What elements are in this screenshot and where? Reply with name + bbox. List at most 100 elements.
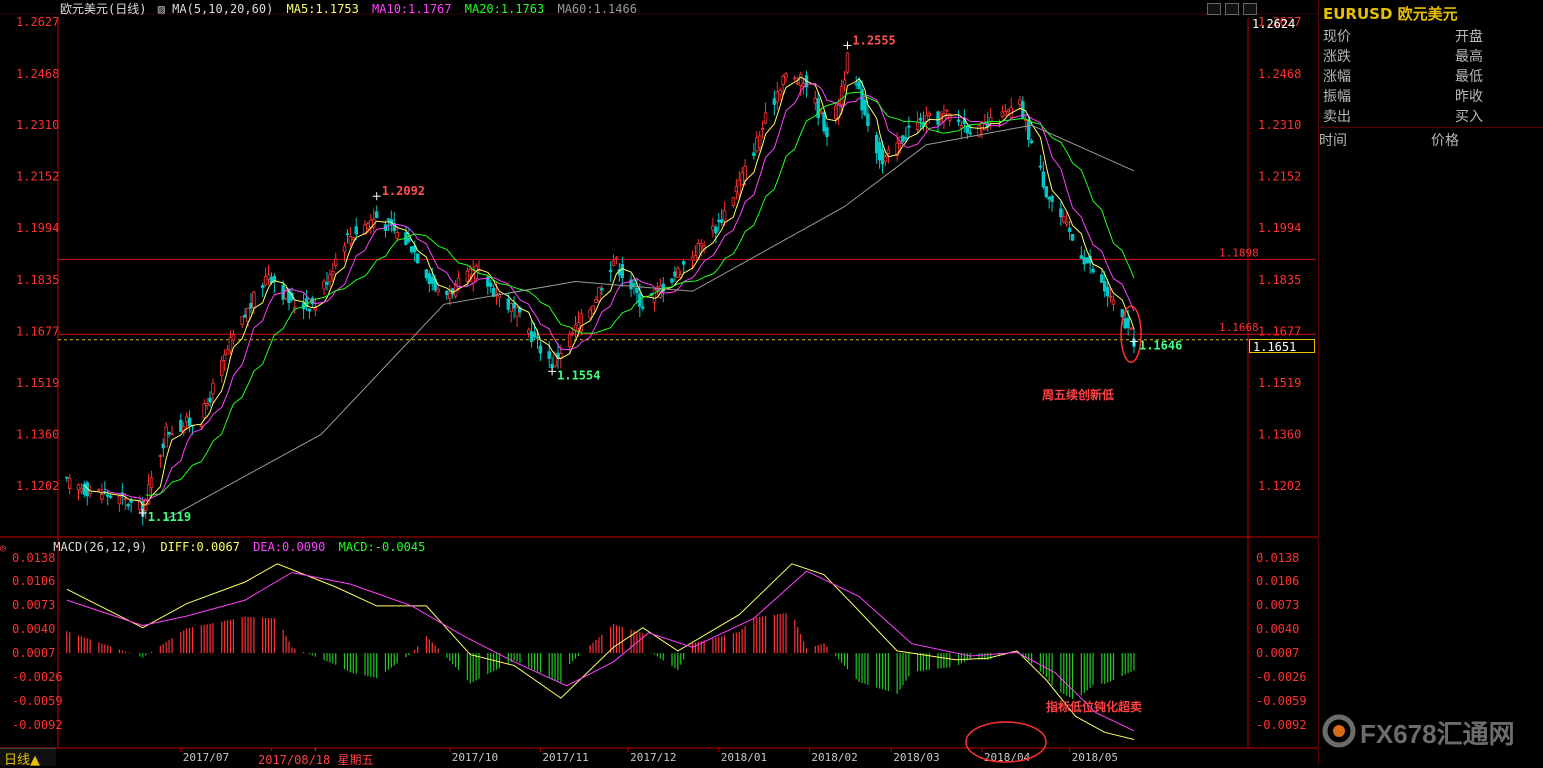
price-y-tick-right: 1.2468 bbox=[1258, 67, 1301, 81]
candle-body bbox=[1044, 186, 1048, 198]
candle-body bbox=[927, 112, 932, 116]
price-column-header: 价格 bbox=[1431, 133, 1459, 149]
support-line-label: 1.1898 bbox=[1219, 246, 1259, 259]
macd-info-bar: ◎ MACD(26,12,9) DIFF:0.0067 DEA:0.0090 M… bbox=[0, 540, 425, 554]
candle-body bbox=[410, 246, 414, 253]
chart-stage[interactable]: 1.2627 1.2627 1.2468 1.2468 1.2310 1.2310 1.21… bbox=[0, 0, 1543, 768]
candle-body bbox=[202, 403, 206, 418]
x-tick-label: 2018/01 bbox=[721, 751, 767, 764]
price-extreme-label: 1.2555 bbox=[852, 33, 895, 47]
candle-body bbox=[386, 218, 391, 221]
candle-body bbox=[883, 156, 888, 162]
candle-body bbox=[614, 257, 619, 260]
candle-body bbox=[711, 225, 715, 231]
price-y-tick-right: 1.1360 bbox=[1258, 428, 1301, 442]
candle-body bbox=[763, 112, 768, 124]
candle-body bbox=[822, 112, 826, 132]
candle-body bbox=[1000, 111, 1005, 117]
candle-body bbox=[968, 132, 972, 135]
candle-body bbox=[796, 82, 800, 85]
price-y-tick-left: 1.2152 bbox=[16, 170, 59, 184]
candle-body bbox=[1111, 299, 1116, 305]
candle-body bbox=[734, 186, 739, 193]
fx678-logo-icon bbox=[1322, 714, 1356, 748]
macd-y-tick-left: -0.0059 bbox=[12, 694, 63, 708]
oversold-annotation: 指标低位钝化超卖 bbox=[1046, 700, 1143, 714]
candle-body bbox=[845, 52, 850, 73]
candle-body bbox=[693, 255, 698, 261]
ma-indicator-icon[interactable]: ▨ bbox=[158, 2, 165, 16]
candlestick-chart[interactable]: 1.2627 1.26271.2468 1.24681.2310 1.23101.21… bbox=[0, 0, 1318, 765]
candle-body bbox=[246, 308, 250, 322]
macd-settings-icon[interactable]: ◎ bbox=[0, 543, 6, 554]
candle-body bbox=[611, 260, 616, 266]
macd-y-tick-left: -0.0026 bbox=[12, 670, 63, 684]
ma-indicator-label[interactable]: MA(5,10,20,60) bbox=[172, 2, 273, 16]
candle-body bbox=[956, 119, 961, 122]
period-tab-label[interactable]: 日线▲ bbox=[4, 749, 40, 768]
x-tick-label: 2017/07 bbox=[183, 751, 229, 764]
candle-body bbox=[866, 113, 870, 127]
candle-body bbox=[1100, 274, 1104, 283]
macd-y-tick-right: -0.0026 bbox=[1256, 670, 1307, 684]
candle-body bbox=[591, 305, 595, 314]
candle-body bbox=[208, 397, 212, 403]
candle-body bbox=[608, 269, 613, 273]
candle-body bbox=[915, 121, 920, 130]
candle-body bbox=[798, 73, 803, 86]
ma60-value: MA60:1.1466 bbox=[557, 2, 637, 16]
candle-body bbox=[1041, 171, 1046, 188]
candle-body bbox=[263, 276, 268, 286]
quote-row-right: 开盘 bbox=[1455, 29, 1483, 45]
candle-body bbox=[252, 291, 256, 308]
candle-body bbox=[79, 488, 84, 492]
candle-body bbox=[284, 290, 288, 300]
chart-background bbox=[0, 0, 1318, 765]
candle-body bbox=[354, 226, 358, 235]
price-y-tick-left: 1.1835 bbox=[16, 273, 59, 287]
quote-row: 涨幅 最低 bbox=[1319, 65, 1543, 85]
candle-body bbox=[886, 149, 891, 154]
friday-low-annotation: 周五续创新低 bbox=[1042, 388, 1115, 402]
x-tick-label: 2017/10 bbox=[452, 751, 498, 764]
candle-body bbox=[1038, 165, 1043, 168]
candle-body bbox=[939, 113, 943, 117]
candle-body bbox=[620, 263, 625, 278]
candle-body bbox=[1018, 99, 1022, 105]
macd-y-tick-left: 0.0040 bbox=[12, 622, 55, 636]
candle-body bbox=[430, 277, 434, 284]
quote-panel: EURUSD 欧元美元 现价 开盘 涨跌 最高 涨幅 最低 振幅 昨收 卖出 买… bbox=[1318, 0, 1543, 765]
quote-row: 振幅 昨收 bbox=[1319, 85, 1543, 105]
window-controls bbox=[1207, 0, 1261, 15]
maximize-icon[interactable] bbox=[1225, 3, 1239, 15]
candle-body bbox=[842, 79, 847, 86]
candle-body bbox=[228, 336, 233, 352]
candle-body bbox=[123, 498, 127, 501]
price-y-tick-right: 1.1677 bbox=[1258, 324, 1301, 338]
restore-icon[interactable] bbox=[1207, 3, 1221, 15]
candle-body bbox=[1029, 140, 1034, 144]
period-tab[interactable]: 日线▲ bbox=[0, 748, 56, 768]
close-icon[interactable] bbox=[1243, 3, 1257, 15]
quote-row: 涨跌 最高 bbox=[1319, 45, 1543, 65]
candle-body bbox=[816, 98, 820, 119]
candle-body bbox=[980, 122, 984, 131]
candle-body bbox=[325, 282, 329, 285]
candle-body bbox=[158, 455, 163, 457]
candle-body bbox=[167, 431, 171, 435]
macd-label[interactable]: MACD(26,12,9) bbox=[53, 540, 147, 554]
candle-body bbox=[877, 141, 882, 161]
candle-body bbox=[635, 287, 639, 294]
candle-body bbox=[696, 242, 701, 259]
candle-body bbox=[983, 123, 987, 131]
candle-body bbox=[570, 332, 575, 335]
macd-y-tick-right: 0.0007 bbox=[1256, 646, 1299, 660]
candle-body bbox=[813, 97, 817, 104]
candle-body bbox=[863, 99, 867, 116]
top-price-readout: 1.2624 bbox=[1252, 17, 1296, 31]
candle-body bbox=[632, 283, 636, 286]
candle-body bbox=[334, 258, 338, 266]
candle-body bbox=[752, 152, 756, 157]
price-y-tick-right: 1.2152 bbox=[1258, 170, 1301, 184]
price-extreme-label: 1.2092 bbox=[382, 184, 425, 198]
